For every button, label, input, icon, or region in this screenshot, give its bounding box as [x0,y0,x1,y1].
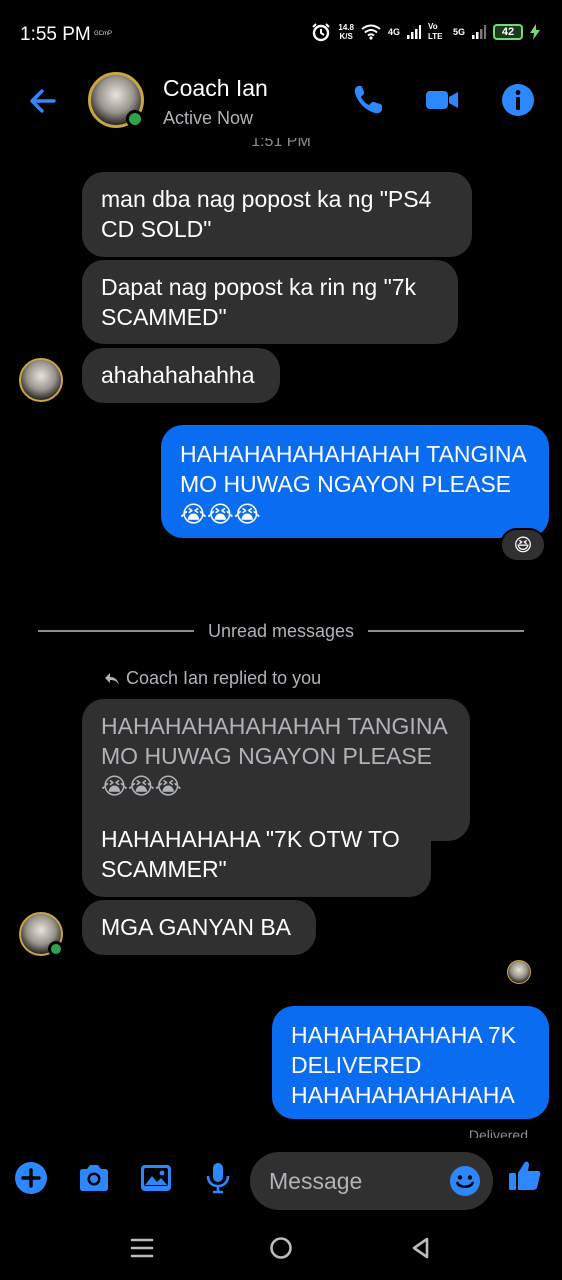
charging-icon [530,24,540,40]
status-time: 1:55 PM [20,24,91,45]
signal-icon-2 [472,25,486,39]
seen-avatar [507,960,531,984]
menu-icon[interactable] [128,1234,156,1262]
home-icon[interactable] [267,1234,295,1262]
chat-header: Coach Ian Active Now [0,70,562,134]
plus-icon[interactable] [13,1160,49,1196]
unread-divider: Unread messages [38,620,525,642]
status-bar: 1:55 PM GCmP 14.8 K/S 4G Vo LTE 5G 42 [0,0,562,70]
message-text: man dba nag popost ka ng "PS4 CD SOLD" [101,186,432,242]
thumbs-up-icon[interactable] [507,1158,543,1194]
reply-arrow-icon [105,672,119,685]
contact-avatar-small[interactable] [19,358,63,402]
phone-icon[interactable] [350,82,386,118]
message-text: ahahahahahha [101,362,255,388]
message-bubble-outgoing[interactable]: HAHAHAHAHAHAHAH TANGINA MO HUWAG NGAYON … [161,425,549,538]
signal-icon [406,25,421,39]
quoted-text: HAHAHAHAHAHAHAH TANGINA MO HUWAG NGAYON … [101,713,447,799]
back-triangle-icon[interactable] [407,1234,435,1262]
message-bubble-incoming[interactable]: HAHAHAHAHA "7K OTW TO SCAMMER" [82,812,431,897]
timestamp-partial: 1:51 PM [251,138,311,150]
message-bubble-incoming[interactable]: MGA GANYAN BA [82,900,316,955]
message-text: MGA GANYAN BA [101,914,292,940]
network-5g: 5G [452,27,465,37]
message-text: HAHAHAHAHA "7K OTW TO SCAMMER" [101,826,400,882]
message-text: HAHAHAHAHAHA 7K DELIVERED HAHAHAHAHAHAHA [291,1022,516,1108]
laughing-emoji-icon: 😆 [513,534,533,555]
reply-note: Coach Ian replied to you [104,668,321,689]
online-indicator [48,941,64,957]
message-text: Dapat nag popost ka rin ng "7k SCAMMED" [101,274,417,330]
camera-icon[interactable] [76,1160,112,1196]
battery-indicator: 42 [493,24,523,40]
reaction-badge[interactable]: 😆 [500,528,546,562]
reply-note-text: Coach Ian replied to you [126,668,322,688]
network-speed: 14.8 K/S [338,23,354,41]
alarm-icon [312,23,331,42]
system-nav-bar [0,1216,562,1280]
microphone-icon[interactable] [200,1160,236,1196]
delivered-status: Delivered [468,1130,528,1138]
contact-status: Active Now [163,108,254,128]
unread-label: Unread messages [207,620,355,641]
status-carrier: GCmP [94,31,112,37]
gallery-icon[interactable] [138,1160,174,1196]
video-icon[interactable] [424,82,460,118]
network-4g: 4G [387,27,400,37]
message-bubble-incoming[interactable]: Dapat nag popost ka rin ng "7k SCAMMED" [82,260,458,344]
back-arrow-icon[interactable] [26,84,60,118]
wifi-icon [361,24,381,40]
message-text: HAHAHAHAHAHAHAH TANGINA MO HUWAG NGAYON … [180,441,526,527]
emoji-icon[interactable] [449,1165,481,1197]
info-icon[interactable] [500,82,536,118]
message-bubble-incoming[interactable]: man dba nag popost ka ng "PS4 CD SOLD" [82,172,472,257]
message-bubble-outgoing[interactable]: HAHAHAHAHAHA 7K DELIVERED HAHAHAHAHAHAHA [272,1006,549,1119]
message-composer: Message [0,1146,562,1216]
volte-label: Vo LTE [427,22,443,41]
message-input[interactable]: Message [250,1152,493,1210]
status-indicators: 14.8 K/S 4G Vo LTE 5G 42 [311,22,540,42]
online-indicator [126,110,144,128]
contact-name[interactable]: Coach Ian [163,75,268,102]
message-placeholder: Message [269,1168,363,1194]
message-bubble-incoming[interactable]: ahahahahahha [82,348,280,403]
